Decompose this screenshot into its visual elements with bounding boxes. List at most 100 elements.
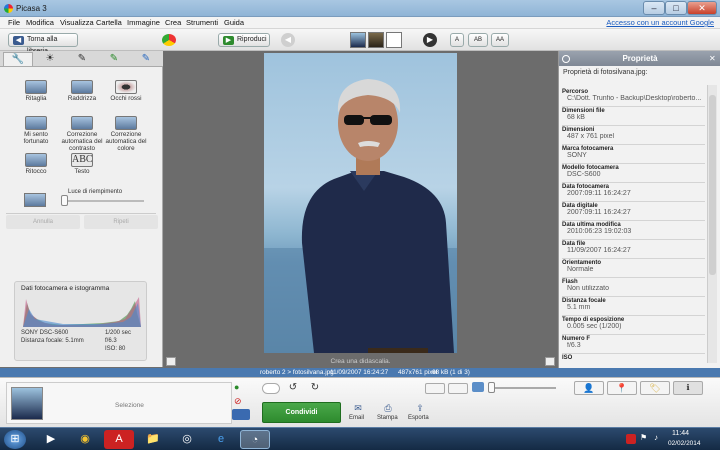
view-mode-a-button[interactable]: A [450,33,464,47]
scrollbar-thumb[interactable] [709,95,716,275]
caption-input[interactable]: Crea una didascalia. [264,357,457,367]
prop-row: Flash Non utilizzato [562,279,705,297]
media-player-icon[interactable]: ▶ [36,430,66,449]
menu-modifica[interactable]: Modifica [26,18,54,27]
thumbnail-3[interactable] [386,32,402,48]
clock-time[interactable]: 11:44 [672,430,689,437]
sun-tab-icon[interactable]: ☀ [35,52,65,66]
lucky-icon [25,116,47,130]
start-button-icon[interactable]: ⊞ [4,430,26,449]
menu-guida[interactable]: Guida [224,18,244,27]
text-tool[interactable]: ABC Testo [58,153,106,193]
prop-row: Numero Ff/6.3 [562,336,705,354]
print-icon[interactable]: ⎙ [380,403,396,414]
brush-green-tab-icon[interactable]: ✎ [99,52,129,66]
redo-button[interactable]: Ripeti [84,215,158,229]
internet-explorer-icon[interactable]: e [206,430,236,449]
export-label[interactable]: Esporta [408,415,429,421]
close-panel-icon[interactable]: ✕ [709,54,718,63]
next-arrow-icon[interactable]: ▶ [423,33,437,47]
rotate-right-icon[interactable]: ↻ [306,382,324,395]
network-icon[interactable]: ◎ [172,430,202,449]
zoom-slider-handle[interactable] [488,382,495,393]
selected-thumbnail[interactable] [11,387,43,420]
star-icon[interactable] [262,383,280,394]
previous-arrow-icon[interactable]: ◀ [281,33,295,47]
folder-icon[interactable]: 📁 [138,430,168,449]
window-title: Picasa 3 [16,4,47,13]
collapse-icon[interactable] [562,55,570,63]
tray-pdf-icon[interactable] [626,434,636,444]
properties-scrollbar[interactable] [707,85,717,363]
view-mode-aa-button[interactable]: AA [491,33,509,47]
back-to-library-button[interactable]: ◀ Torna alla libreria [8,33,78,55]
photo-portrait [264,79,457,353]
zoom-image-icon [472,382,484,392]
menu-crea[interactable]: Crea [165,18,181,27]
clear-selection-icon[interactable]: ⊘ [234,396,248,407]
view-small-icon[interactable] [425,383,445,394]
add-to-album-icon[interactable] [232,409,250,420]
export-icon[interactable]: ⇪ [412,403,428,414]
menu-cartella[interactable]: Cartella [96,18,122,27]
print-label[interactable]: Stampa [377,415,398,421]
hold-green-pin-icon[interactable]: ● [234,382,248,393]
fill-light-slider-track[interactable] [62,200,144,202]
straighten-tool[interactable]: Raddrizza [58,80,106,120]
menu-strumenti[interactable]: Strumenti [186,18,218,27]
undo-button[interactable]: Annulla [6,215,80,229]
menu-file[interactable]: File [8,18,20,27]
google-account-link[interactable]: Accesso con un account Google [606,18,714,27]
selection-tray: Selezione [6,382,232,424]
feeling-lucky-tool[interactable]: Mi sento fortunato [12,116,60,156]
prop-row: Dimensioni 487 x 761 pixel [562,127,705,145]
maximize-button[interactable]: □ [665,1,687,15]
menu-visualizza[interactable]: Visualizza [60,18,94,27]
status-filename: roberto 2 > fotosilvana.jpg [260,369,334,376]
location-pin-icon[interactable]: 📍 [607,381,637,395]
brush-blue-tab-icon[interactable]: ✎ [131,52,161,66]
view-mode-ab-button[interactable]: AB [468,33,488,47]
brush-tab-icon[interactable]: ✎ [67,52,97,66]
tray-volume-icon[interactable]: ♪ [654,433,658,442]
chrome-icon[interactable]: ◉ [70,430,100,449]
shutter-speed: 1/200 sec [105,330,132,336]
focal-length: Distanza focale: 5.1mm [21,338,84,344]
view-medium-icon[interactable] [448,383,468,394]
zoom-slider-track[interactable] [488,387,556,389]
info-icon[interactable]: ℹ [673,381,703,395]
retouch-tool[interactable]: Ritocco [12,153,60,193]
tools-tab-icon[interactable]: 🔧 [3,52,33,66]
email-label[interactable]: Email [349,415,364,421]
crop-tool[interactable]: Ritaglia [12,80,60,120]
tag-icon[interactable]: 🏷 [640,381,670,395]
auto-color-tool[interactable]: Correzione automatica del colore [102,116,150,156]
thumbnail-2[interactable] [368,32,384,48]
play-slideshow-button[interactable]: ▶ Riproduci [218,33,270,47]
photo[interactable] [264,53,457,353]
minimize-button[interactable]: – [643,1,665,15]
caption-left-icon[interactable] [166,357,176,366]
red-eye-tool[interactable]: Occhi rossi [102,80,150,120]
color-wheel-icon[interactable] [162,34,176,46]
caption-right-icon[interactable] [545,357,555,366]
antivirus-icon[interactable]: A [104,430,134,449]
email-icon[interactable]: ✉ [350,403,366,414]
prop-row: Data file 11/09/2007 16:24:27 [562,241,705,259]
prop-row: ISO [562,355,705,367]
fill-light-slider-handle[interactable] [61,195,68,206]
prop-value: 2007:09:11 16:24:27 [567,190,631,197]
auto-contrast-tool[interactable]: Correzione automatica del contrasto [58,116,106,156]
prop-row: Percorso C:\Dott. Trunfio - Backup\Deskto… [562,89,705,107]
menu-immagine[interactable]: Immagine [127,18,160,27]
thumbnail-current[interactable] [350,32,366,48]
tray-flag-icon[interactable]: ⚑ [640,433,647,442]
picasa-taskbar-icon[interactable]: ◔ [240,430,270,449]
prop-row: Data fotocamera 2007:09:11 16:24:27 [562,184,705,202]
clock-date[interactable]: 02/02/2014 [668,440,701,447]
fill-light-label: Luce di riempimento [68,189,123,195]
rotate-left-icon[interactable]: ↺ [284,382,302,395]
people-icon[interactable]: 👤 [574,381,604,395]
share-button[interactable]: Condividi [262,402,341,423]
close-button[interactable]: ✕ [687,1,717,15]
